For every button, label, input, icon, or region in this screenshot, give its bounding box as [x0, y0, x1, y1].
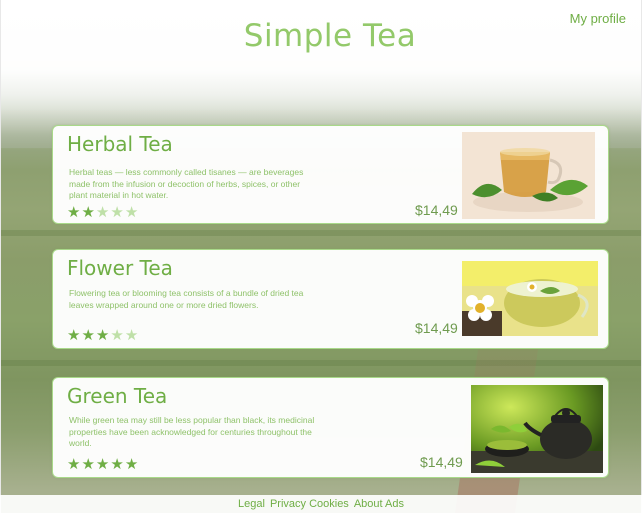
star-filled-icon: ★ [110, 455, 124, 473]
site-title: Simple Tea [243, 18, 417, 54]
green-tea-teapot-image [471, 385, 603, 473]
star-filled-icon: ★ [81, 203, 95, 221]
product-title: Green Tea [67, 384, 168, 408]
product-description: Herbal teas — less commonly called tisan… [69, 167, 304, 200]
star-empty-icon: ★ [124, 326, 139, 344]
product-description: Flowering tea or blooming tea consists o… [69, 288, 304, 310]
star-filled-icon: ★ [81, 455, 95, 473]
product-card-flower-tea[interactable]: Flower Tea Flowering tea or blooming tea… [52, 249, 609, 349]
star-filled-icon: ★ [67, 203, 81, 221]
rating-stars: ★ ★ ★ ★ ★ [67, 457, 138, 472]
star-empty-icon: ★ [110, 326, 124, 344]
product-title: Flower Tea [67, 256, 173, 280]
star-filled-icon: ★ [81, 326, 95, 344]
product-price: $14,49 [415, 202, 458, 218]
star-filled-icon: ★ [95, 455, 110, 473]
background-tea-row [0, 360, 642, 366]
footer-link-privacy-cookies[interactable]: Privacy Cookies [270, 498, 349, 510]
my-profile-link[interactable]: My profile [570, 11, 626, 26]
product-price: $14,49 [420, 454, 463, 470]
star-filled-icon: ★ [124, 455, 139, 473]
rating-stars: ★ ★ ★ ★ ★ [67, 328, 138, 343]
background-tea-row [0, 230, 642, 236]
star-empty-icon: ★ [110, 203, 124, 221]
footer: Legal Privacy Cookies About Ads [0, 495, 642, 513]
star-empty-icon: ★ [124, 203, 139, 221]
herbal-tea-cup-image [462, 132, 595, 219]
star-filled-icon: ★ [95, 326, 110, 344]
star-filled-icon: ★ [67, 455, 81, 473]
footer-link-legal[interactable]: Legal [238, 498, 265, 510]
flower-tea-cup-image [462, 261, 598, 336]
footer-link-about-ads[interactable]: About Ads [354, 498, 404, 510]
product-card-herbal-tea[interactable]: Herbal Tea Herbal teas — less commonly c… [52, 125, 609, 224]
product-title: Herbal Tea [67, 132, 173, 156]
star-filled-icon: ★ [67, 326, 81, 344]
rating-stars: ★ ★ ★ ★ ★ [67, 205, 138, 220]
product-card-green-tea[interactable]: Green Tea While green tea may still be l… [52, 377, 609, 478]
product-description: While green tea may still be less popula… [69, 415, 315, 448]
product-price: $14,49 [415, 320, 458, 336]
star-empty-icon: ★ [95, 203, 110, 221]
